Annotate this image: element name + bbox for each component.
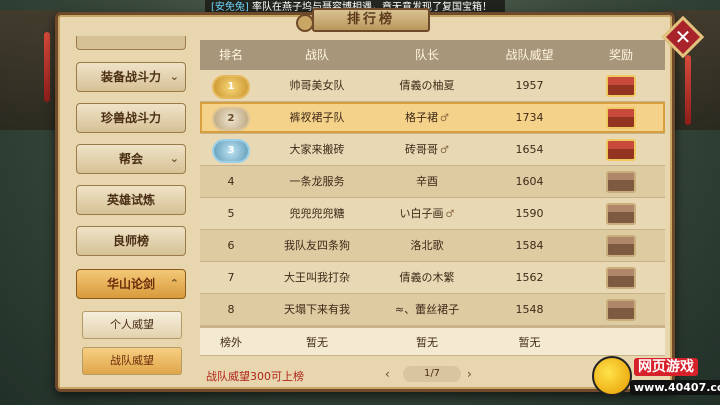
table-row[interactable]: 6 我队友四条狗 洛北歌 1584 <box>200 230 665 262</box>
rank-number: 6 <box>227 239 235 252</box>
team-name: 一条龙服务 <box>289 175 345 188</box>
gender-male-icon: ♂ <box>440 113 449 124</box>
reward-chest-icon[interactable] <box>606 299 636 321</box>
table-row[interactable]: 1 帅哥美女队 倩義の柚夏 1957 <box>200 70 665 102</box>
sidebar-subitem-team-prestige[interactable]: 战队威望 <box>82 347 182 375</box>
tassel-left-decoration <box>44 32 50 102</box>
table-row[interactable]: 4 一条龙服务 辛酉 1604 <box>200 166 665 198</box>
sidebar-item-partial[interactable] <box>76 36 186 50</box>
team-prestige: 1548 <box>515 303 544 316</box>
my-team-name: 暂无 <box>306 336 328 349</box>
team-name: 裤衩裙子队 <box>289 111 345 124</box>
reward-chest-icon[interactable] <box>606 107 636 129</box>
table-row[interactable]: 8 天塌下来有我 ≈、蕾丝裙子 1548 <box>200 294 665 326</box>
sidebar-subitem-label: 个人威望 <box>110 318 154 331</box>
sidebar-subitem-personal-prestige[interactable]: 个人威望 <box>82 311 182 339</box>
column-header-leader: 队长 <box>414 48 439 62</box>
team-name: 兜兜兜兜糖 <box>289 207 345 220</box>
column-header-prestige: 战队威望 <box>505 48 554 62</box>
my-rank: 榜外 <box>220 336 242 349</box>
team-prestige: 1604 <box>515 175 544 188</box>
table-row[interactable]: 2 裤衩裙子队 格子裙 ♂ 1734 <box>200 102 665 134</box>
my-team-prestige: 暂无 <box>518 336 541 349</box>
my-team-leader: 暂无 <box>416 336 438 349</box>
next-page-button[interactable]: › <box>467 366 472 382</box>
ranking-category-sidebar: 装备战斗力 ⌄ 珍兽战斗力 帮会 ⌄ 英雄试炼 良师榜 华山论剑 ⌃ 个人威望 … <box>64 36 192 388</box>
team-prestige: 1584 <box>515 239 544 252</box>
leader-name: 格子裙 ♂ <box>405 111 449 124</box>
chevron-down-icon: ⌄ <box>169 70 179 83</box>
team-prestige: 1654 <box>515 143 544 156</box>
site-watermark: 网页游戏 www.40407.com <box>592 352 720 402</box>
team-name: 大王叫我打杂 <box>284 271 350 284</box>
reward-chest-icon[interactable] <box>606 171 636 193</box>
tassel-right-decoration <box>685 55 691 125</box>
table-row[interactable]: 7 大王叫我打杂 倩義の木繁 1562 <box>200 262 665 294</box>
table-row[interactable]: 3 大家来搬砖 砖哥哥 ♂ 1654 <box>200 134 665 166</box>
leader-name: 洛北歌 <box>410 239 444 252</box>
team-name: 帅哥美女队 <box>289 79 345 92</box>
column-header-reward: 奖励 <box>608 48 633 62</box>
rank-medal-bronze-icon: 3 <box>214 141 248 161</box>
leader-name: 砖哥哥 ♂ <box>405 143 449 156</box>
mascot-icon <box>592 356 632 396</box>
close-icon: ✕ <box>674 25 692 49</box>
sidebar-item-label: 装备战斗力 <box>100 70 161 84</box>
leader-name: い白子画 ♂ <box>399 207 455 220</box>
watermark-brand: 网页游戏 <box>634 358 698 376</box>
rank-number: 5 <box>227 207 235 220</box>
rank-medal-gold-icon: 1 <box>214 77 248 97</box>
sidebar-item-label: 帮会 <box>118 152 143 166</box>
team-prestige: 1590 <box>515 207 544 220</box>
leader-name: 倩義の木繁 <box>399 271 455 284</box>
sidebar-item-guild[interactable]: 帮会 ⌄ <box>76 144 186 174</box>
column-header-team: 战队 <box>304 48 329 62</box>
sidebar-item-hero-trial[interactable]: 英雄试炼 <box>76 185 186 215</box>
sidebar-item-label: 良师榜 <box>112 234 149 248</box>
rank-number: 4 <box>227 175 235 188</box>
ranking-requirement-note: 战队威望300可上榜 <box>206 370 304 383</box>
team-prestige: 1562 <box>515 271 544 284</box>
background-building-left <box>0 10 60 130</box>
team-prestige: 1734 <box>515 111 544 124</box>
window-title: 排行榜 <box>312 8 430 32</box>
team-name: 我队友四条狗 <box>284 239 350 252</box>
column-header-rank: 排名 <box>218 48 243 62</box>
my-team-reward <box>577 328 665 355</box>
rank-number: 8 <box>227 303 235 316</box>
leader-name: ≈、蕾丝裙子 <box>394 303 460 316</box>
table-row[interactable]: 5 兜兜兜兜糖 い白子画 ♂ 1590 <box>200 198 665 230</box>
leader-name: 倩義の柚夏 <box>399 79 455 92</box>
reward-chest-icon[interactable] <box>606 267 636 289</box>
gender-male-icon: ♂ <box>440 145 449 156</box>
leader-name: 辛酉 <box>416 175 438 188</box>
pagination: ‹ 1/7 › <box>385 366 475 382</box>
reward-chest-icon[interactable] <box>606 139 636 161</box>
watermark-site: www.40407.com <box>630 380 720 395</box>
sidebar-subitem-label: 战队威望 <box>110 354 154 367</box>
table-header: 排名 战队 队长 战队威望 奖励 <box>200 40 665 70</box>
sidebar-item-label: 珍兽战斗力 <box>100 111 161 125</box>
sidebar-item-label: 英雄试炼 <box>106 193 155 207</box>
reward-chest-icon[interactable] <box>606 235 636 257</box>
team-prestige: 1957 <box>515 79 544 92</box>
sidebar-item-huashan-duel[interactable]: 华山论剑 ⌃ <box>76 269 186 299</box>
chevron-down-icon: ⌄ <box>169 152 179 165</box>
sidebar-item-label: 华山论剑 <box>106 277 155 291</box>
ranking-table: 排名 战队 队长 战队威望 奖励 1 帅哥美女队 倩義の柚夏 1957 2 裤衩… <box>200 40 665 356</box>
chevron-up-icon: ⌃ <box>169 277 179 290</box>
rank-number: 7 <box>227 271 235 284</box>
page-indicator: 1/7 <box>403 366 461 382</box>
gender-male-icon: ♂ <box>445 209 455 220</box>
sidebar-item-mentor-rank[interactable]: 良师榜 <box>76 226 186 256</box>
reward-chest-icon[interactable] <box>606 203 636 225</box>
prev-page-button[interactable]: ‹ <box>385 366 390 382</box>
reward-chest-icon[interactable] <box>606 75 636 97</box>
sidebar-item-pet-power[interactable]: 珍兽战斗力 <box>76 103 186 133</box>
team-name: 大家来搬砖 <box>289 143 345 156</box>
rank-medal-silver-icon: 2 <box>214 109 248 129</box>
sidebar-item-equipment-power[interactable]: 装备战斗力 ⌄ <box>76 62 186 92</box>
team-name: 天塌下来有我 <box>284 303 350 316</box>
